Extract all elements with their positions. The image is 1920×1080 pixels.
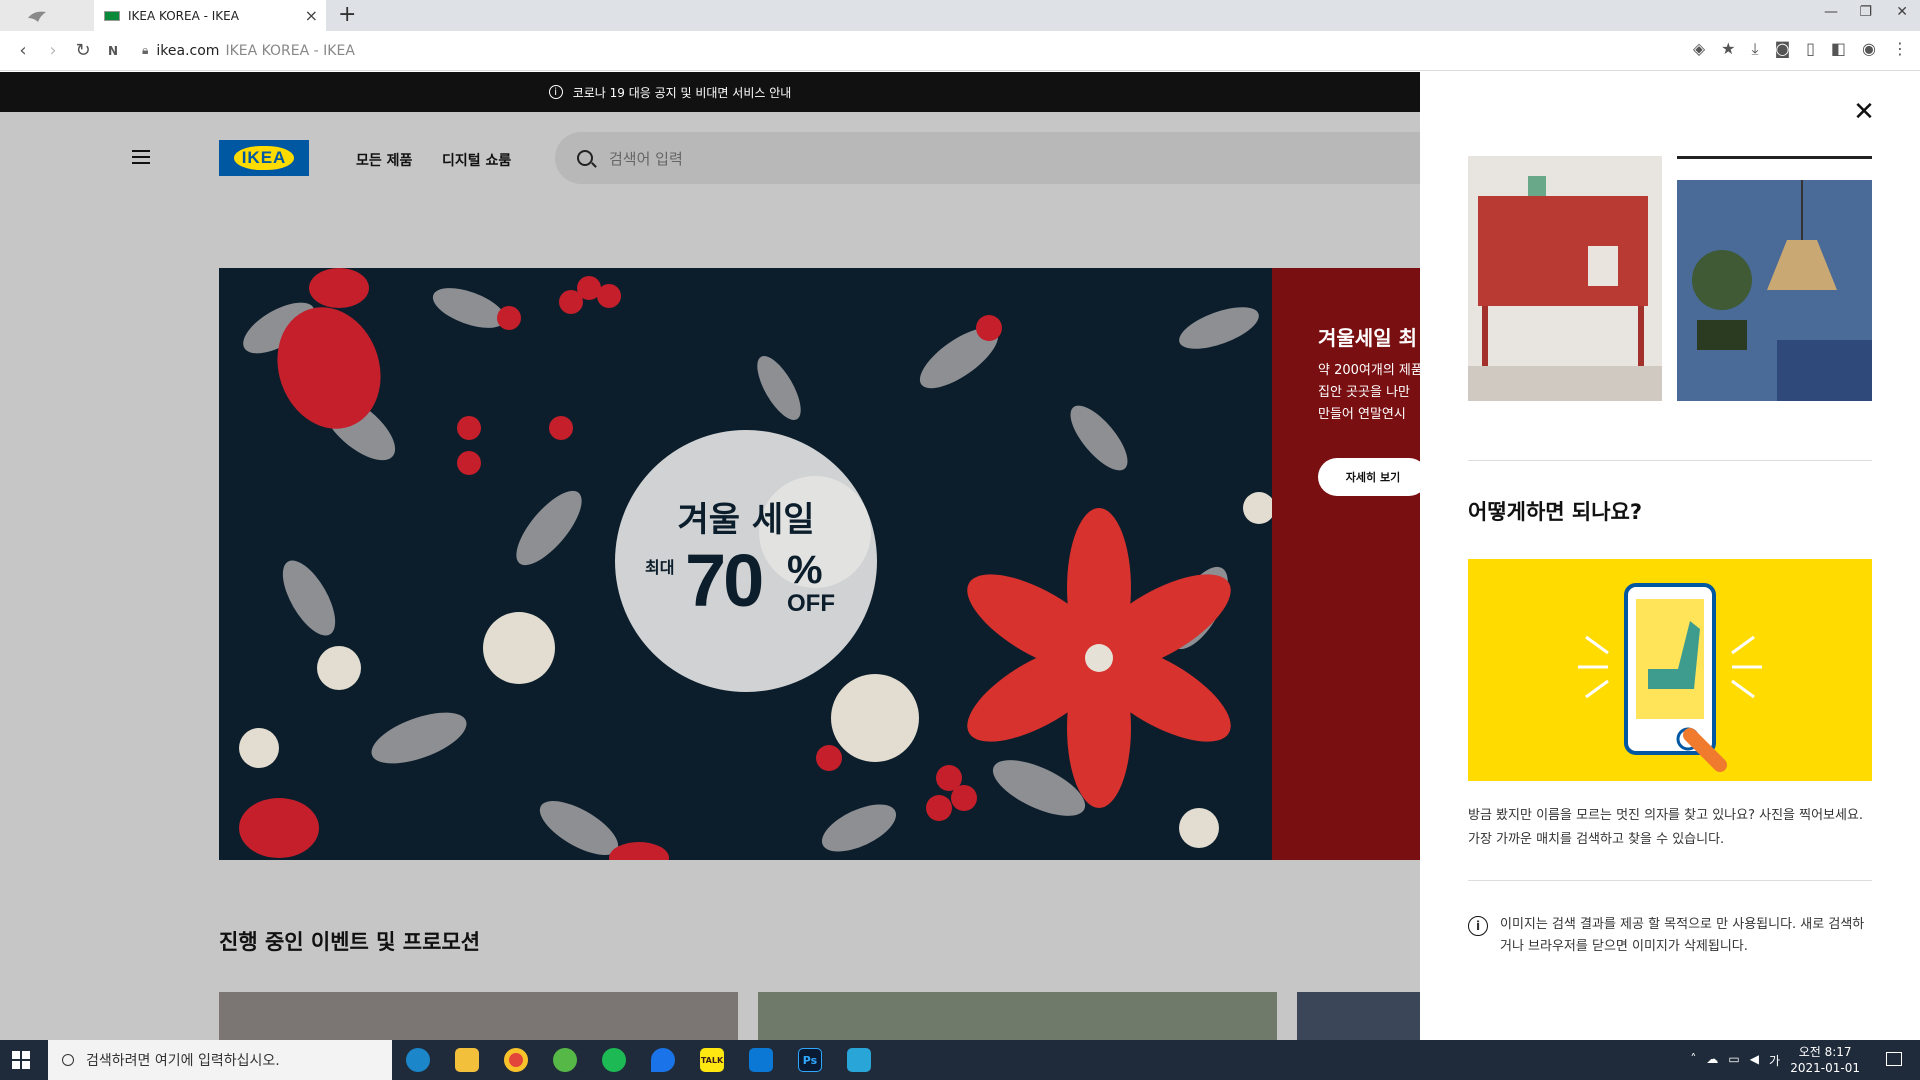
utorrent-icon[interactable] bbox=[553, 1048, 577, 1072]
korea-flag-favicon-icon bbox=[104, 10, 120, 21]
hamburger-menu-icon[interactable] bbox=[132, 150, 150, 164]
panel-heading: 어떻게하면 되나요? bbox=[1468, 500, 1643, 524]
browser-toolbar-icons: ◈ ★ ⤓ ◙ ▯ ◧ ◉ ⋮ bbox=[1693, 39, 1908, 59]
notice-text: 코로나 19 대응 공지 및 비대면 서비스 안내 bbox=[572, 85, 792, 100]
search-icon bbox=[62, 1054, 74, 1066]
close-icon[interactable]: ✕ bbox=[1852, 99, 1876, 125]
tab-title: IKEA KOREA - IKEA bbox=[128, 8, 239, 23]
hero-banner[interactable]: 겨울 세일 최대 70 % OFF 겨울세일 최 약 200여개의 제품 집안 … bbox=[219, 268, 1459, 860]
system-tray: ˄ ☁ ▭ ◀ 가 bbox=[1690, 1052, 1780, 1069]
url-field[interactable]: 🔒︎ ikea.com IKEA KOREA - IKEA bbox=[142, 43, 355, 59]
taskbar-search-placeholder: 검색하려면 여기에 입력하십시오. bbox=[86, 1053, 280, 1069]
logo-text: IKEA bbox=[233, 146, 295, 170]
reload-icon[interactable]: ↻ bbox=[68, 40, 98, 61]
kakaotalk-icon[interactable]: TALK bbox=[700, 1048, 724, 1072]
promo-card-3[interactable] bbox=[1297, 992, 1420, 1040]
download-icon[interactable]: ⤓ bbox=[1751, 39, 1758, 59]
sample-image-bedroom[interactable] bbox=[1677, 180, 1872, 401]
spotify-icon[interactable] bbox=[602, 1048, 626, 1072]
sale-off: OFF bbox=[787, 590, 835, 617]
divider bbox=[1468, 460, 1872, 461]
clock[interactable]: 오전 8:17 2021-01-01 bbox=[1790, 1044, 1860, 1076]
sample-image-red-cabinet[interactable] bbox=[1468, 156, 1662, 401]
search-icon bbox=[577, 150, 593, 166]
volume-icon[interactable]: ◀ bbox=[1750, 1052, 1759, 1069]
browser-tab-bar: IKEA KOREA - IKEA × + — ❐ ✕ bbox=[0, 0, 1920, 31]
new-tab-button[interactable]: + bbox=[338, 4, 356, 26]
restore-icon[interactable]: ❐ bbox=[1859, 4, 1872, 20]
chrome-icon[interactable] bbox=[504, 1048, 528, 1072]
notification-icon[interactable] bbox=[1886, 1052, 1902, 1066]
divider bbox=[1468, 880, 1872, 881]
menu-icon[interactable]: ⋮ bbox=[1892, 39, 1908, 59]
sale-title: 겨울 세일 bbox=[677, 500, 815, 540]
phone-chair-illustration bbox=[1468, 559, 1872, 781]
promo-card-2[interactable] bbox=[758, 992, 1277, 1040]
address-bar: ‹ › ↻ N 🔒︎ ikea.com IKEA KOREA - IKEA ◈ … bbox=[0, 31, 1920, 71]
browser-app-tab[interactable] bbox=[0, 0, 94, 31]
hero-side-line: 만들어 연말연시 bbox=[1318, 407, 1406, 422]
search-input[interactable]: 검색어 입력 bbox=[555, 132, 1455, 184]
vscode-icon[interactable] bbox=[749, 1048, 773, 1072]
file-explorer-icon[interactable] bbox=[455, 1048, 479, 1072]
sample-image-top-edge bbox=[1677, 156, 1872, 159]
sale-percent: % bbox=[787, 548, 823, 592]
n-extension-icon[interactable]: N bbox=[98, 44, 128, 58]
url-page-title: IKEA KOREA - IKEA bbox=[225, 42, 355, 59]
network-icon[interactable]: ▭ bbox=[1728, 1052, 1739, 1069]
sale-prefix: 최대 bbox=[645, 558, 675, 577]
star-icon[interactable]: ★ bbox=[1721, 39, 1735, 59]
nav-digital-showroom[interactable]: 디지털 쇼룸 bbox=[442, 150, 511, 170]
see-more-button[interactable]: 자세히 보기 bbox=[1318, 458, 1428, 496]
forward-icon[interactable]: › bbox=[38, 40, 68, 61]
red-cabinet-illustration bbox=[1468, 156, 1662, 401]
clock-date: 2021-01-01 bbox=[1790, 1061, 1860, 1075]
section-title: 진행 중인 이벤트 및 프로모션 bbox=[219, 930, 481, 954]
visual-search-panel: ✕ 어떻게하면 되나요? 방금 봤지만 이름을 모르는 멋진 의자를 찾고 있나… bbox=[1420, 72, 1920, 1040]
info-icon: i bbox=[1468, 916, 1488, 936]
hero-side-title: 겨울세일 최 bbox=[1318, 326, 1417, 350]
chevron-up-icon[interactable]: ˄ bbox=[1690, 1052, 1696, 1069]
info-icon: i bbox=[548, 85, 563, 99]
profile-icon[interactable]: ◉ bbox=[1862, 39, 1876, 59]
browser-app-icon[interactable] bbox=[847, 1048, 871, 1072]
sale-number: 70 bbox=[685, 539, 764, 622]
taskbar-search-input[interactable]: 검색하려면 여기에 입력하십시오. bbox=[48, 1040, 392, 1080]
search-placeholder: 검색어 입력 bbox=[609, 149, 683, 168]
promo-card-1[interactable] bbox=[219, 992, 738, 1040]
onedrive-icon[interactable]: ☁ bbox=[1706, 1052, 1718, 1069]
windows-taskbar: 검색하려면 여기에 입력하십시오. TALK Ps ˄ ☁ ▭ ◀ 가 오전 8… bbox=[0, 1040, 1920, 1080]
bedroom-lamp-illustration bbox=[1677, 180, 1872, 401]
lock-icon: 🔒︎ bbox=[142, 43, 149, 57]
hero-side-text: 약 200여개의 제품 집안 곳곳을 나만 만들어 연말연시 bbox=[1318, 360, 1423, 426]
winter-sale-image: 겨울 세일 최대 70 % OFF bbox=[219, 268, 1272, 860]
windows-start-icon[interactable] bbox=[12, 1051, 30, 1069]
clock-time: 오전 8:17 bbox=[1798, 1045, 1852, 1059]
nav-all-products[interactable]: 모든 제품 bbox=[356, 150, 412, 170]
camera-icon[interactable]: ◙ bbox=[1775, 39, 1791, 59]
panel-description: 방금 봤지만 이름을 모르는 멋진 의자를 찾고 있나요? 사진을 찍어보세요.… bbox=[1468, 808, 1864, 847]
reader-icon[interactable]: ▯ bbox=[1806, 39, 1815, 59]
photoshop-icon[interactable]: Ps bbox=[798, 1048, 822, 1072]
privacy-note-text: 이미지는 검색 결과를 제공 할 목적으로 만 사용됩니다. 새로 검색하거나 … bbox=[1500, 917, 1865, 954]
ime-indicator[interactable]: 가 bbox=[1769, 1052, 1780, 1069]
tab-close-icon[interactable]: × bbox=[305, 6, 318, 25]
tab-ikea[interactable]: IKEA KOREA - IKEA × bbox=[94, 0, 326, 31]
edge-icon[interactable] bbox=[406, 1048, 430, 1072]
sidebar-icon[interactable]: ◧ bbox=[1831, 39, 1846, 59]
hero-side-line: 약 200여개의 제품 bbox=[1318, 363, 1423, 378]
url-domain: ikea.com bbox=[156, 42, 220, 59]
back-icon[interactable]: ‹ bbox=[8, 40, 38, 61]
window-close-icon[interactable]: ✕ bbox=[1896, 4, 1908, 20]
sale-badge: 겨울 세일 최대 70 % OFF bbox=[615, 430, 877, 692]
bird-icon bbox=[28, 11, 46, 22]
maps-icon[interactable] bbox=[651, 1048, 675, 1072]
privacy-note: i 이미지는 검색 결과를 제공 할 목적으로 만 사용됩니다. 새로 검색하거… bbox=[1468, 914, 1872, 958]
phone-camera-illustration bbox=[1468, 559, 1872, 781]
hero-side-line: 집안 곳곳을 나만 bbox=[1318, 385, 1410, 400]
minimize-icon[interactable]: — bbox=[1824, 4, 1838, 20]
shield-icon[interactable]: ◈ bbox=[1693, 39, 1705, 59]
ikea-logo[interactable]: IKEA bbox=[219, 140, 309, 176]
